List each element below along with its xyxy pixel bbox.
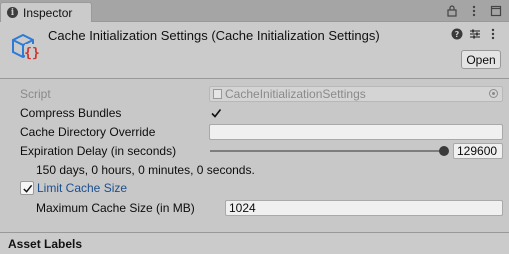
tab-label: Inspector	[23, 5, 73, 20]
limit-cache-size-label[interactable]: Limit Cache Size	[37, 181, 127, 195]
checkmark-icon	[22, 184, 32, 193]
header-icons: ?	[451, 28, 499, 40]
script-row: Script CacheInitializationSettings	[0, 85, 509, 103]
script-file-icon	[213, 89, 222, 99]
script-field: CacheInitializationSettings	[209, 86, 503, 102]
object-picker-icon	[489, 89, 498, 98]
compress-bundles-label: Compress Bundles	[20, 106, 122, 120]
tab-bar: i Inspector	[0, 0, 509, 22]
page-title: Cache Initialization Settings (Cache Ini…	[48, 28, 380, 43]
window-controls	[445, 4, 503, 18]
expiration-delay-value: 129600	[457, 144, 498, 158]
expiration-delay-slider-track[interactable]	[210, 150, 444, 152]
script-label: Script	[20, 87, 51, 101]
expiration-delay-input[interactable]: 129600	[453, 143, 503, 159]
inspector-content: Script CacheInitializationSettings Compr…	[0, 80, 509, 232]
maximum-cache-size-row: Maximum Cache Size (in MB) 1024	[0, 199, 509, 217]
maximize-icon[interactable]	[489, 4, 503, 18]
limit-cache-size-row: Limit Cache Size	[0, 179, 509, 197]
script-value: CacheInitializationSettings	[225, 87, 366, 101]
info-icon: i	[7, 7, 18, 18]
svg-text:?: ?	[455, 30, 460, 39]
cache-directory-override-row: Cache Directory Override	[0, 123, 509, 141]
expiration-summary-text: 150 days, 0 hours, 0 minutes, 0 seconds.	[36, 163, 255, 177]
expiration-summary-row: 150 days, 0 hours, 0 minutes, 0 seconds.	[0, 161, 509, 179]
maximum-cache-size-input[interactable]: 1024	[225, 200, 503, 216]
limit-cache-size-checkbox[interactable]	[20, 181, 34, 195]
menu-icon[interactable]	[467, 4, 481, 18]
expiration-delay-row: Expiration Delay (in seconds) 129600	[0, 142, 509, 160]
expiration-delay-slider-thumb[interactable]	[439, 146, 449, 156]
expiration-delay-label: Expiration Delay (in seconds)	[20, 144, 177, 158]
cache-directory-override-input[interactable]	[209, 124, 503, 140]
checkmark-icon	[211, 109, 222, 118]
inspector-header: {} Cache Initialization Settings (Cache …	[0, 22, 509, 79]
script-asset-icon: {}	[9, 30, 41, 62]
tab-inspector[interactable]: i Inspector	[0, 2, 92, 22]
maximum-cache-size-value: 1024	[229, 201, 256, 215]
asset-labels-bar[interactable]: Asset Labels	[0, 232, 509, 254]
asset-labels-title: Asset Labels	[8, 237, 83, 251]
help-icon[interactable]: ?	[451, 28, 463, 40]
compress-bundles-row: Compress Bundles	[0, 104, 509, 122]
lock-icon[interactable]	[445, 4, 459, 18]
open-button[interactable]: Open	[461, 50, 501, 69]
maximum-cache-size-label: Maximum Cache Size (in MB)	[36, 201, 195, 215]
more-icon[interactable]	[487, 28, 499, 40]
preset-icon[interactable]	[469, 28, 481, 40]
cache-directory-override-label: Cache Directory Override	[20, 125, 156, 139]
compress-bundles-checkbox[interactable]	[209, 106, 223, 120]
svg-text:{}: {}	[24, 46, 40, 61]
